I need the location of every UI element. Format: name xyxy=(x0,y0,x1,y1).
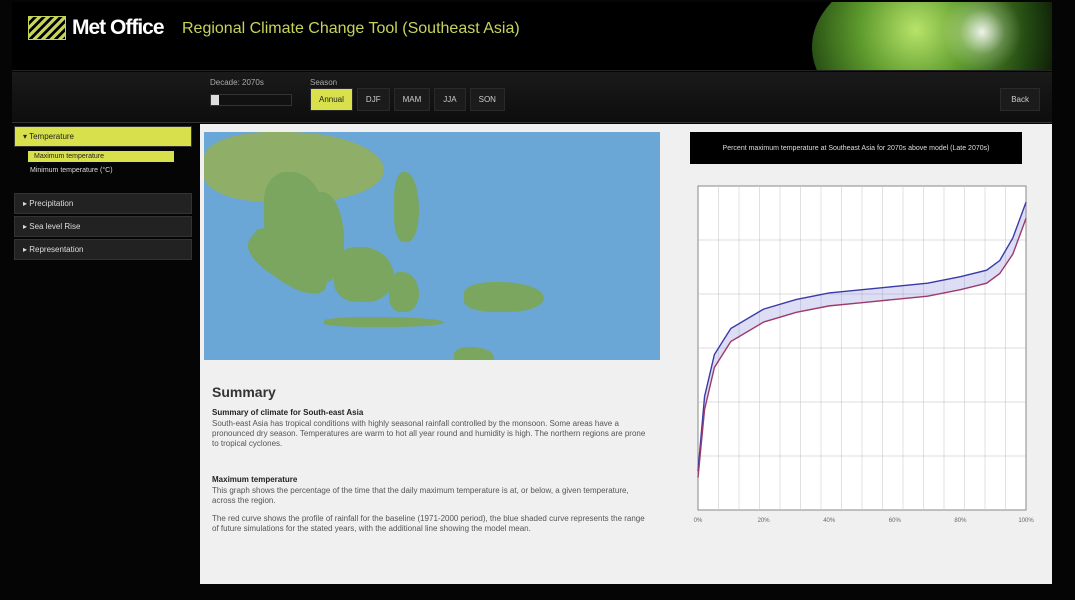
season-button-annual[interactable]: Annual xyxy=(310,88,353,111)
chart-title: Percent maximum temperature at Southeast… xyxy=(690,132,1022,164)
chart-x-tick-label: 40% xyxy=(823,518,836,524)
map-land-java xyxy=(324,317,444,327)
max-temp-subheading: Maximum temperature xyxy=(212,475,298,484)
decade-slider[interactable] xyxy=(210,94,292,106)
temperature-chart[interactable]: 0% 20% 40% 60% 80% 100% xyxy=(680,180,1042,532)
sidebar: ▾ Temperature Maximum temperature Minimu… xyxy=(12,124,194,594)
map-land-sulawesi xyxy=(389,272,419,312)
chart-x-tick-label: 80% xyxy=(954,518,967,524)
sidebar-item-precipitation[interactable]: ▸ Precipitation xyxy=(14,193,192,214)
chart-x-tick-label: 0% xyxy=(694,518,703,524)
chart-x-tick-label: 100% xyxy=(1018,518,1034,524)
header-banner: Met Office Regional Climate Change Tool … xyxy=(12,2,1052,71)
sidebar-item-temperature[interactable]: ▾ Temperature xyxy=(14,126,192,147)
chart-x-tick-label: 20% xyxy=(758,518,771,524)
season-button-son[interactable]: SON xyxy=(469,88,505,111)
curve-explanation-text: The red curve shows the profile of rainf… xyxy=(212,514,645,533)
summary-subheading: Summary of climate for South-east Asia xyxy=(212,408,364,417)
season-button-mam[interactable]: MAM xyxy=(393,88,431,111)
map-land-australia xyxy=(454,347,494,360)
max-temp-text: This graph shows the percentage of the t… xyxy=(212,486,629,505)
map-land-new-guinea xyxy=(464,282,544,312)
summary-heading: Summary xyxy=(212,384,276,400)
sidebar-subitem-max-temp[interactable]: Maximum temperature xyxy=(28,151,174,162)
decade-label: Decade: 2070s xyxy=(210,78,264,87)
season-label: Season xyxy=(310,78,338,87)
app-title: Regional Climate Change Tool (Southeast … xyxy=(182,20,520,37)
main-content: Summary Summary of climate for South-eas… xyxy=(200,124,1052,584)
season-selector: Annual DJF MAM JJA SON xyxy=(310,88,505,111)
map-land-borneo xyxy=(334,247,394,302)
summary-text: South-east Asia has tropical conditions … xyxy=(212,419,646,448)
chart-x-tick-label: 60% xyxy=(889,518,902,524)
summary-panel: Summary Summary of climate for South-eas… xyxy=(204,372,660,580)
sidebar-item-label: Sea level Rise xyxy=(29,222,81,231)
season-button-jja[interactable]: JJA xyxy=(434,88,466,111)
logo-mark-icon xyxy=(28,16,66,40)
sidebar-subitem-min-temp[interactable]: Minimum temperature (°C) xyxy=(12,164,194,177)
met-office-logo[interactable]: Met Office xyxy=(28,16,165,40)
sidebar-item-label: Temperature xyxy=(29,132,75,141)
southeast-asia-map[interactable] xyxy=(204,132,660,360)
decade-slider-thumb[interactable] xyxy=(211,95,219,105)
toolbar: Decade: 2070s Season Annual DJF MAM JJA … xyxy=(12,72,1052,123)
logo-text: Met Office xyxy=(72,16,165,39)
sidebar-item-representation[interactable]: ▸ Representation xyxy=(14,239,192,260)
back-button[interactable]: Back xyxy=(1000,88,1040,111)
season-button-djf[interactable]: DJF xyxy=(356,88,390,111)
map-land-philippines xyxy=(394,172,419,242)
sidebar-item-label: Representation xyxy=(29,245,84,254)
sidebar-item-sea-level[interactable]: ▸ Sea level Rise xyxy=(14,216,192,237)
sidebar-item-label: Precipitation xyxy=(29,199,74,208)
